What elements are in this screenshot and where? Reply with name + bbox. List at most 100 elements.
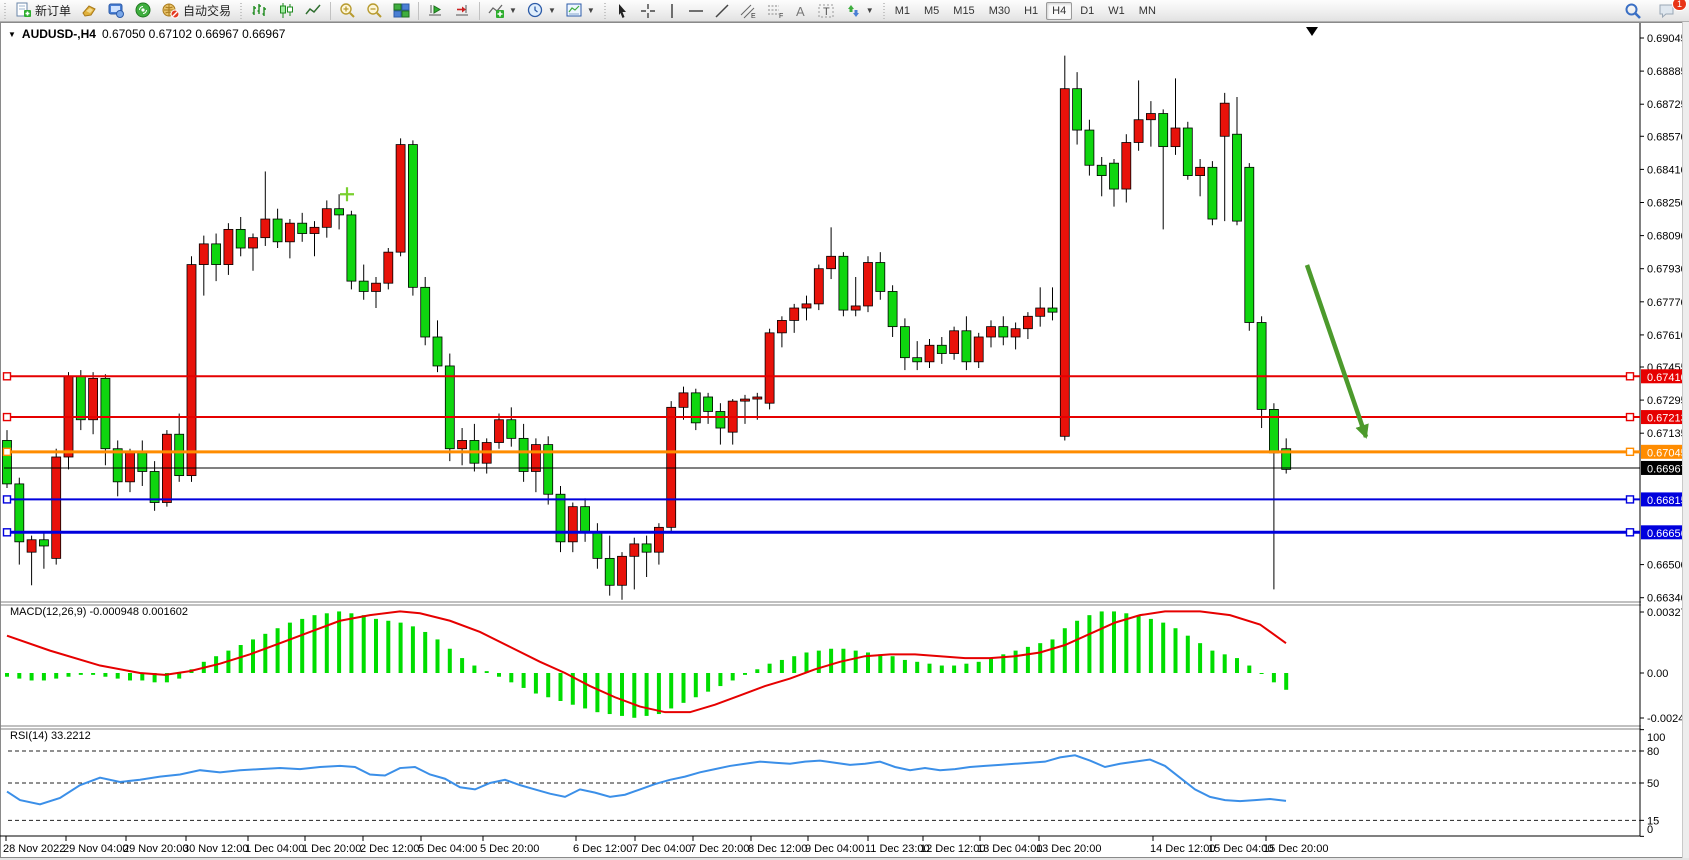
candle-body: [384, 252, 393, 283]
macd-indicator-label: MACD(12,26,9) -0.000948 0.001602: [10, 606, 188, 618]
candle-body: [605, 558, 614, 585]
price-tick-label: 0.68250: [1647, 197, 1687, 209]
timeframe-button-m30[interactable]: M30: [983, 2, 1016, 20]
horn-button[interactable]: [76, 1, 103, 21]
candle-body: [1011, 329, 1020, 337]
vertical-line-tool-button[interactable]: [661, 1, 683, 21]
line-chart-button[interactable]: [300, 1, 327, 21]
fibonacci-icon: F: [767, 3, 784, 19]
price-line-label: 0.66656: [1647, 528, 1687, 540]
timeframe-button-mn[interactable]: MN: [1133, 2, 1162, 20]
timeframe-button-h4[interactable]: H4: [1046, 2, 1072, 20]
timeframe-button-m15[interactable]: M15: [947, 2, 980, 20]
candle-body: [76, 376, 85, 419]
auto-scroll-button[interactable]: [422, 1, 449, 21]
time-tick-label: 1 Dec 04:00: [245, 843, 304, 855]
arrows-shapes-icon: [845, 3, 862, 19]
right-scrollbar-strip[interactable]: [1682, 22, 1689, 858]
cursor-tool-button[interactable]: [610, 1, 635, 21]
macd-histogram-bar: [829, 649, 833, 673]
macd-histogram-bar: [694, 673, 698, 697]
periods-button[interactable]: ▼: [522, 1, 561, 21]
candle-body: [1036, 308, 1045, 316]
macd-histogram-bar: [1174, 628, 1178, 673]
candle-body: [876, 262, 885, 291]
candlestick-button[interactable]: [273, 1, 300, 21]
candle-body: [273, 219, 282, 242]
terminal-button[interactable]: [103, 1, 130, 21]
chart-canvas[interactable]: 0.690450.688850.687250.685700.684100.682…: [0, 0, 1689, 860]
label-tool-button[interactable]: T: [813, 1, 840, 21]
toolbar-grip: [2, 3, 8, 19]
candle-body: [1134, 120, 1143, 143]
candle-body: [962, 331, 971, 362]
rsi-indicator-label: RSI(14) 33.2212: [10, 730, 91, 742]
arrows-tool-button[interactable]: ▼: [840, 1, 879, 21]
macd-histogram-bar: [1026, 647, 1030, 673]
tile-windows-button[interactable]: [388, 1, 415, 21]
crosshair-tool-button[interactable]: [635, 1, 661, 21]
timeframe-button-d1[interactable]: D1: [1074, 2, 1100, 20]
macd-histogram-bar: [42, 673, 46, 680]
trend-arrow-annotation[interactable]: [1307, 265, 1366, 437]
equidistant-channel-icon: E: [740, 3, 757, 19]
candle-body: [814, 269, 823, 304]
candle-body: [667, 407, 676, 527]
zoom-out-icon: [366, 2, 383, 19]
gold-horn-icon: [81, 2, 98, 19]
candle-body: [950, 331, 959, 354]
macd-histogram-bar: [79, 673, 83, 675]
candle-body: [1023, 316, 1032, 328]
time-axis[interactable]: 28 Nov 202229 Nov 04:0029 Nov 20:0030 No…: [3, 836, 1328, 855]
channel-tool-button[interactable]: E: [735, 1, 762, 21]
price-line-label: 0.66967: [1647, 463, 1687, 475]
new-order-button[interactable]: 新订单: [10, 1, 76, 21]
macd-histogram-bar: [522, 673, 526, 688]
candle-body: [507, 420, 516, 439]
timeframe-button-w1[interactable]: W1: [1102, 2, 1131, 20]
chart-shift-button[interactable]: [449, 1, 476, 21]
search-button[interactable]: [1619, 1, 1647, 21]
time-tick-label: 30 Nov 12:00: [183, 843, 248, 855]
vertical-line-icon: [666, 3, 678, 19]
candle-body: [408, 145, 417, 288]
macd-histogram-bar: [1112, 611, 1116, 673]
macd-histogram-bar: [559, 673, 563, 701]
zoom-out-button[interactable]: [361, 1, 388, 21]
candle-body: [1122, 142, 1131, 189]
fibonacci-tool-button[interactable]: F: [762, 1, 789, 21]
candle-body: [839, 256, 848, 310]
timeframe-button-h1[interactable]: H1: [1018, 2, 1044, 20]
macd-histogram-bar: [17, 673, 21, 679]
candle-body: [359, 281, 368, 291]
signals-button[interactable]: [130, 1, 157, 21]
macd-histogram-bar: [768, 664, 772, 673]
candle-body: [790, 308, 799, 320]
chart-symbol-period: AUDUSD-,H4: [22, 27, 96, 41]
notifications-button[interactable]: 1: [1653, 1, 1681, 21]
indicators-button[interactable]: ▼: [483, 1, 522, 21]
macd-histogram-bar: [54, 673, 58, 679]
candle-body: [802, 304, 811, 308]
zoom-in-button[interactable]: [334, 1, 361, 21]
candle-body: [1073, 89, 1082, 130]
macd-histogram-bar: [546, 673, 550, 697]
timeframe-button-m5[interactable]: M5: [918, 2, 945, 20]
macd-histogram-bar: [374, 619, 378, 673]
templates-button[interactable]: ▼: [561, 1, 600, 21]
macd-histogram-bar: [583, 673, 587, 708]
bar-chart-button[interactable]: [246, 1, 273, 21]
candle-body: [310, 227, 319, 233]
horizontal-line-tool-button[interactable]: [683, 1, 709, 21]
autotrading-button[interactable]: 自动交易: [157, 1, 236, 21]
candle-body: [925, 345, 934, 362]
macd-histogram-bar: [964, 664, 968, 673]
price-tick-label: 0.66340: [1647, 593, 1687, 605]
timeframe-button-m1[interactable]: M1: [889, 2, 916, 20]
text-tool-button[interactable]: A: [789, 1, 813, 21]
price-tick-label: 0.67930: [1647, 264, 1687, 276]
macd-histogram-bar: [1100, 611, 1104, 673]
candle-body: [827, 256, 836, 268]
macd-histogram-bar: [682, 673, 686, 703]
trendline-tool-button[interactable]: [709, 1, 735, 21]
